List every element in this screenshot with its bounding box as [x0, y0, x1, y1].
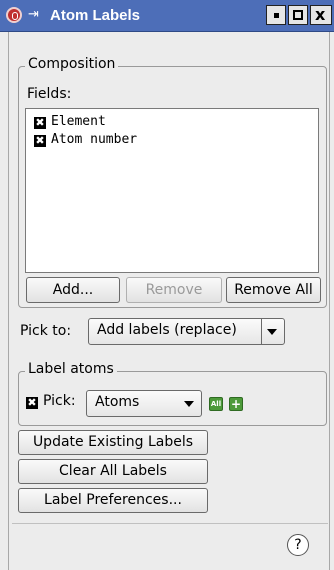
add-button[interactable]: Add...: [26, 277, 120, 303]
pick-to-label: Pick to:: [20, 323, 72, 339]
pick-label: Pick:: [43, 393, 76, 409]
clear-all-labels-button[interactable]: Clear All Labels: [18, 459, 208, 484]
fields-list[interactable]: ✖ Element ✖ Atom number: [25, 108, 319, 273]
label-preferences-button[interactable]: Label Preferences...: [18, 488, 208, 513]
list-item[interactable]: ✖ Atom number: [34, 131, 137, 149]
maximize-button[interactable]: [288, 5, 308, 25]
field-label-element: Element: [51, 114, 106, 129]
checkbox-checked-icon[interactable]: ✖: [34, 117, 46, 129]
minimize-button[interactable]: [266, 5, 286, 25]
frame-edge: [329, 32, 330, 570]
chevron-down-icon: [184, 401, 194, 407]
composition-legend: Composition: [25, 56, 119, 72]
pick-checkbox[interactable]: ✖: [26, 397, 38, 409]
select-all-icon[interactable]: All: [209, 397, 223, 411]
dropdown-button[interactable]: [261, 319, 284, 344]
remove-all-button[interactable]: Remove All: [226, 277, 321, 303]
fields-label: Fields:: [27, 86, 72, 102]
update-existing-labels-button[interactable]: Update Existing Labels: [18, 430, 208, 455]
checkbox-checked-icon[interactable]: ✖: [34, 135, 46, 147]
list-item[interactable]: ✖ Element: [34, 113, 106, 131]
field-label-atom-number: Atom number: [51, 132, 138, 147]
close-button[interactable]: x: [310, 5, 332, 25]
frame-edge: [8, 32, 9, 570]
maximize-icon: [293, 10, 303, 20]
dropdown-button[interactable]: [179, 391, 201, 416]
close-icon: x: [315, 5, 326, 24]
remove-button[interactable]: Remove: [126, 277, 222, 303]
divider: [12, 523, 328, 524]
minimize-icon: [274, 13, 279, 18]
pick-dropdown[interactable]: Atoms: [86, 390, 202, 417]
app-icon[interactable]: [6, 7, 22, 23]
pick-value: Atoms: [95, 394, 140, 410]
pick-to-dropdown[interactable]: Add labels (replace): [88, 318, 285, 345]
add-icon[interactable]: +: [229, 397, 243, 411]
window-title: Atom Labels: [50, 7, 141, 24]
help-icon[interactable]: ?: [287, 534, 309, 556]
title-bar[interactable]: ⇥ Atom Labels x: [0, 0, 334, 32]
pick-to-value: Add labels (replace): [97, 322, 237, 338]
chevron-down-icon: [267, 329, 277, 335]
label-atoms-legend: Label atoms: [25, 361, 117, 377]
pin-icon[interactable]: ⇥: [28, 7, 39, 22]
